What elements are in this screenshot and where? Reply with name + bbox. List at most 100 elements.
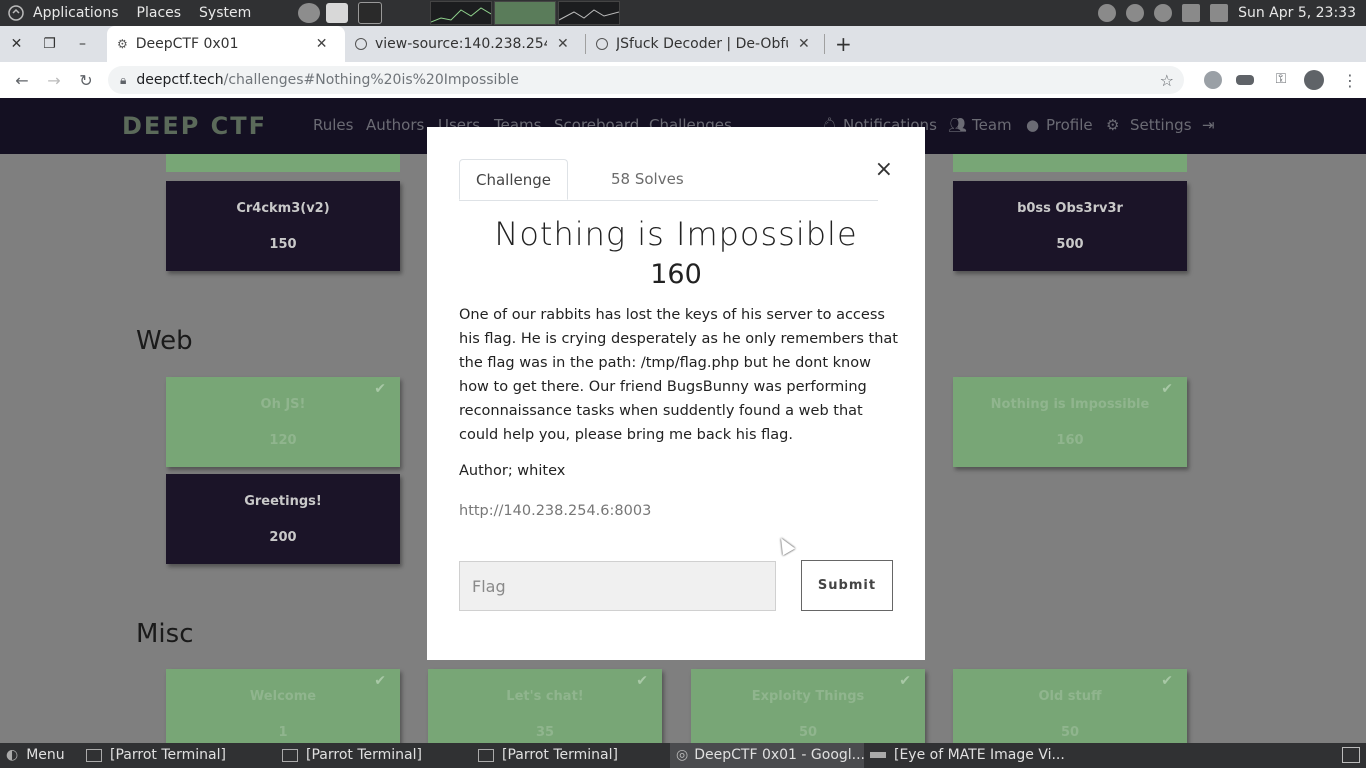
check-icon: ✔: [636, 673, 648, 689]
nav-authors[interactable]: Authors: [366, 116, 424, 134]
image-viewer-icon: [870, 752, 886, 758]
show-desktop-icon[interactable]: [1342, 743, 1360, 768]
challenge-card-oh-js[interactable]: ✔ Oh JS! 120: [166, 377, 400, 467]
taskbar-task-terminal-2[interactable]: [Parrot Terminal]: [282, 743, 470, 768]
nav-rules[interactable]: Rules: [313, 116, 353, 134]
nav-profile[interactable]: Profile: [1046, 116, 1093, 134]
card-name: b0ss Obs3rv3r: [1017, 201, 1123, 216]
challenge-card-greetings[interactable]: Greetings! 200: [166, 474, 400, 564]
card-name: Welcome: [249, 689, 317, 704]
card-value: 50: [1060, 725, 1080, 740]
cpu-graph-icon: [430, 1, 493, 25]
tab-challenge[interactable]: Challenge: [459, 159, 568, 200]
terminal-launcher-icon[interactable]: [358, 2, 383, 24]
os-taskbar: ◐ Menu [Parrot Terminal] [Parrot Terminal…: [0, 743, 1366, 768]
reload-icon[interactable]: ↻: [70, 71, 102, 90]
taskbar-task-chrome[interactable]: ◎ DeepCTF 0x01 - Googl...: [670, 743, 865, 768]
check-icon: ✔: [1161, 381, 1173, 397]
challenge-link[interactable]: http://140.238.254.6:8003: [459, 503, 651, 519]
chrome-icon: ◎: [676, 747, 689, 763]
tab-title: view-source:140.238.254.: [375, 36, 547, 52]
close-icon[interactable]: ×: [875, 157, 893, 182]
task-label: [Parrot Terminal]: [502, 747, 618, 763]
nav-settings[interactable]: Settings: [1130, 116, 1192, 134]
incognito-extension-icon[interactable]: [1236, 75, 1254, 85]
logout-icon[interactable]: ⇥: [1202, 116, 1215, 134]
chrome-menu-icon[interactable]: ⋮: [1342, 71, 1358, 90]
challenge-card-nothing-is-impossible[interactable]: ✔ Nothing is Impossible 160: [953, 377, 1187, 467]
users-icon: 👥︎: [948, 116, 968, 134]
tab-solves[interactable]: 58 Solves: [595, 159, 700, 200]
check-icon: ✔: [374, 381, 386, 397]
task-label: [Parrot Terminal]: [306, 747, 422, 763]
extension-icon[interactable]: [1204, 71, 1222, 89]
challenge-points: 160: [650, 259, 702, 290]
tab-close-icon[interactable]: ✕: [798, 36, 810, 52]
taskbar-task-image-viewer[interactable]: [Eye of MATE Image Vi...: [870, 743, 1065, 768]
lock-icon[interactable]: 🔒︎: [120, 73, 126, 88]
tab-jsfuck-decoder[interactable]: JSfuck Decoder | De-Obfu ✕: [586, 26, 824, 62]
tab-deepctf[interactable]: ⚙ DeepCTF 0x01 ✕: [107, 26, 345, 62]
firefox-launcher-icon[interactable]: [298, 3, 321, 23]
memory-graph-icon: [494, 1, 557, 25]
system-tray: Sun Apr 5, 23:33: [1098, 0, 1356, 26]
applications-menu[interactable]: Applications: [24, 0, 128, 26]
taskbar-menu[interactable]: ◐ Menu: [6, 743, 65, 768]
bluetooth-icon[interactable]: [1098, 4, 1117, 22]
card-name: Greetings!: [244, 494, 322, 509]
battery-icon[interactable]: [1210, 4, 1229, 22]
terminal-icon: [478, 748, 494, 762]
system-menu[interactable]: System: [190, 0, 260, 26]
card-value: 500: [1056, 237, 1084, 252]
tab-view-source[interactable]: view-source:140.238.254. ✕: [345, 26, 585, 62]
globe-favicon-icon: [355, 38, 367, 50]
check-icon: ✔: [374, 673, 386, 689]
browser-toolbar: ← → ↻ 🔒︎ deepctf.tech/challenges#Nothing…: [0, 62, 1366, 99]
key-icon[interactable]: ⚿: [1272, 71, 1290, 89]
network-signal-icon[interactable]: [1182, 4, 1201, 22]
window-restore-icon[interactable]: ❐: [33, 36, 66, 52]
section-misc-heading: Misc: [136, 619, 194, 649]
flag-input[interactable]: [459, 561, 776, 611]
back-arrow-icon[interactable]: ←: [6, 71, 38, 90]
nav-team[interactable]: Team: [972, 116, 1012, 134]
text-editor-launcher-icon[interactable]: [326, 3, 349, 23]
clock[interactable]: Sun Apr 5, 23:33: [1238, 5, 1356, 21]
taskbar-task-terminal-3[interactable]: [Parrot Terminal]: [478, 743, 666, 768]
terminal-icon: [282, 748, 298, 762]
submit-button[interactable]: Submit: [801, 560, 893, 611]
places-menu[interactable]: Places: [128, 0, 191, 26]
puzzle-favicon-icon: ⚙: [117, 37, 128, 51]
window-close-icon[interactable]: ✕: [0, 36, 33, 52]
modal-tabs: Challenge 58 Solves: [459, 159, 878, 201]
card-name: Cr4ckm3(v2): [236, 201, 330, 216]
parrot-logo-icon[interactable]: [8, 5, 24, 21]
volume-icon[interactable]: [1126, 4, 1145, 22]
challenge-card-boss-observer[interactable]: b0ss Obs3rv3r 500: [953, 181, 1187, 271]
url-host: deepctf.tech: [136, 72, 224, 88]
card-name: Old stuff: [1038, 689, 1102, 704]
tab-close-icon[interactable]: ✕: [557, 36, 569, 52]
site-logo[interactable]: DEEP CTF: [122, 112, 267, 140]
bookmark-star-icon[interactable]: ☆: [1160, 71, 1174, 90]
card-name: Let's chat!: [506, 689, 584, 704]
os-top-panel: Applications Places System Sun Apr 5, 23…: [0, 0, 1366, 26]
section-web-heading: Web: [136, 326, 193, 356]
profile-avatar[interactable]: [1304, 70, 1324, 90]
check-icon: ✔: [899, 673, 911, 689]
cogs-icon: ⚙: [1106, 116, 1120, 134]
menu-label: Menu: [26, 747, 65, 763]
forward-arrow-icon[interactable]: →: [38, 71, 70, 90]
challenge-card-crackme[interactable]: Cr4ckm3(v2) 150: [166, 181, 400, 271]
card-value: 120: [269, 433, 297, 448]
card-value: 150: [269, 237, 297, 252]
menu-icon: ◐: [6, 747, 19, 763]
tab-close-icon[interactable]: ✕: [316, 36, 328, 52]
card-value: 50: [798, 725, 818, 740]
qbittorrent-icon[interactable]: [1154, 4, 1173, 22]
new-tab-plus-icon[interactable]: +: [835, 32, 852, 56]
address-bar[interactable]: 🔒︎ deepctf.tech/challenges#Nothing%20is%…: [108, 66, 1184, 94]
tab-title: JSfuck Decoder | De-Obfu: [616, 36, 788, 52]
taskbar-task-terminal-1[interactable]: [Parrot Terminal]: [86, 743, 274, 768]
window-minimize-icon[interactable]: –: [66, 36, 99, 52]
